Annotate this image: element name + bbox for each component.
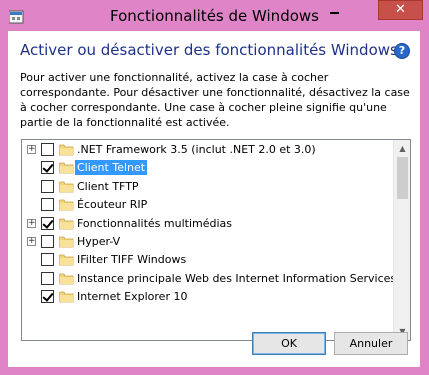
dialog-content: Activer ou désactiver des fonctionnalité…: [8, 31, 420, 367]
feature-checkbox[interactable]: [41, 161, 54, 175]
feature-checkbox[interactable]: [41, 235, 54, 248]
feature-checkbox[interactable]: [41, 179, 54, 193]
description-text: Pour activer une fonctionnalité, activez…: [20, 71, 410, 129]
folder-icon: [58, 291, 74, 303]
feature-row[interactable]: + Fonctionnalités multimédias: [22, 215, 395, 233]
feature-row[interactable]: + Hyper-V: [22, 233, 395, 251]
folder-icon: [58, 181, 74, 193]
scroll-thumb[interactable]: [397, 157, 408, 199]
feature-label[interactable]: Hyper-V: [77, 235, 120, 248]
feature-row[interactable]: Instance principale Web des Internet Inf…: [22, 270, 410, 288]
folder-icon: [58, 144, 74, 156]
feature-label[interactable]: Internet Explorer 10: [77, 290, 187, 303]
feature-checkbox[interactable]: [41, 198, 54, 212]
help-icon[interactable]: ?: [394, 43, 410, 59]
feature-label[interactable]: Client TFTP: [77, 180, 139, 193]
folder-icon: [58, 199, 74, 211]
folder-icon: [58, 236, 74, 248]
folder-icon: [58, 254, 74, 266]
window-title: Fonctionnalités de Windows: [110, 7, 319, 25]
feature-label[interactable]: Client Telnet: [75, 160, 148, 176]
feature-checkbox[interactable]: [41, 143, 54, 156]
page-title: Activer ou désactiver des fonctionnalité…: [20, 41, 398, 59]
folder-icon: [58, 162, 74, 174]
feature-row[interactable]: Client TFTP: [22, 178, 395, 196]
expand-icon[interactable]: +: [27, 237, 36, 246]
ok-button[interactable]: OK: [252, 332, 326, 355]
feature-label[interactable]: IFilter TIFF Windows: [77, 253, 186, 266]
feature-checkbox[interactable]: [41, 271, 54, 285]
title-bar[interactable]: Fonctionnalités de Windows ✕: [0, 0, 429, 31]
feature-row[interactable]: Écouteur RIP: [22, 196, 395, 214]
feature-label[interactable]: Instance principale Web des Internet Inf…: [77, 272, 410, 285]
feature-checkbox[interactable]: [41, 216, 54, 230]
feature-checkbox[interactable]: [41, 290, 54, 304]
folder-icon: [58, 273, 74, 285]
feature-row[interactable]: Internet Explorer 10: [22, 288, 395, 306]
feature-label[interactable]: Écouteur RIP: [77, 198, 147, 211]
close-button[interactable]: ✕: [378, 0, 423, 20]
expand-icon[interactable]: +: [27, 218, 36, 228]
folder-icon: [58, 218, 74, 230]
scroll-up-arrow-icon[interactable]: ▲: [394, 140, 410, 157]
feature-label[interactable]: Fonctionnalités multimédias: [77, 217, 232, 230]
feature-checkbox[interactable]: [41, 253, 54, 267]
feature-row[interactable]: IFilter TIFF Windows: [22, 251, 395, 269]
window-frame: Fonctionnalités de Windows ✕ Activer ou …: [0, 0, 429, 375]
vertical-scrollbar[interactable]: ▲ ▼: [393, 140, 410, 340]
minimize-button[interactable]: [322, 0, 348, 20]
cancel-button[interactable]: Annuler: [334, 332, 408, 355]
feature-label[interactable]: .NET Framework 3.5 (inclut .NET 2.0 et 3…: [77, 143, 316, 156]
feature-row[interactable]: Client Telnet: [22, 159, 395, 177]
expand-icon[interactable]: +: [27, 145, 36, 154]
feature-row[interactable]: + .NET Framework 3.5 (inclut .NET 2.0 et …: [22, 141, 395, 159]
features-tree[interactable]: Internet Explorer 10 Instance principale …: [21, 139, 411, 341]
